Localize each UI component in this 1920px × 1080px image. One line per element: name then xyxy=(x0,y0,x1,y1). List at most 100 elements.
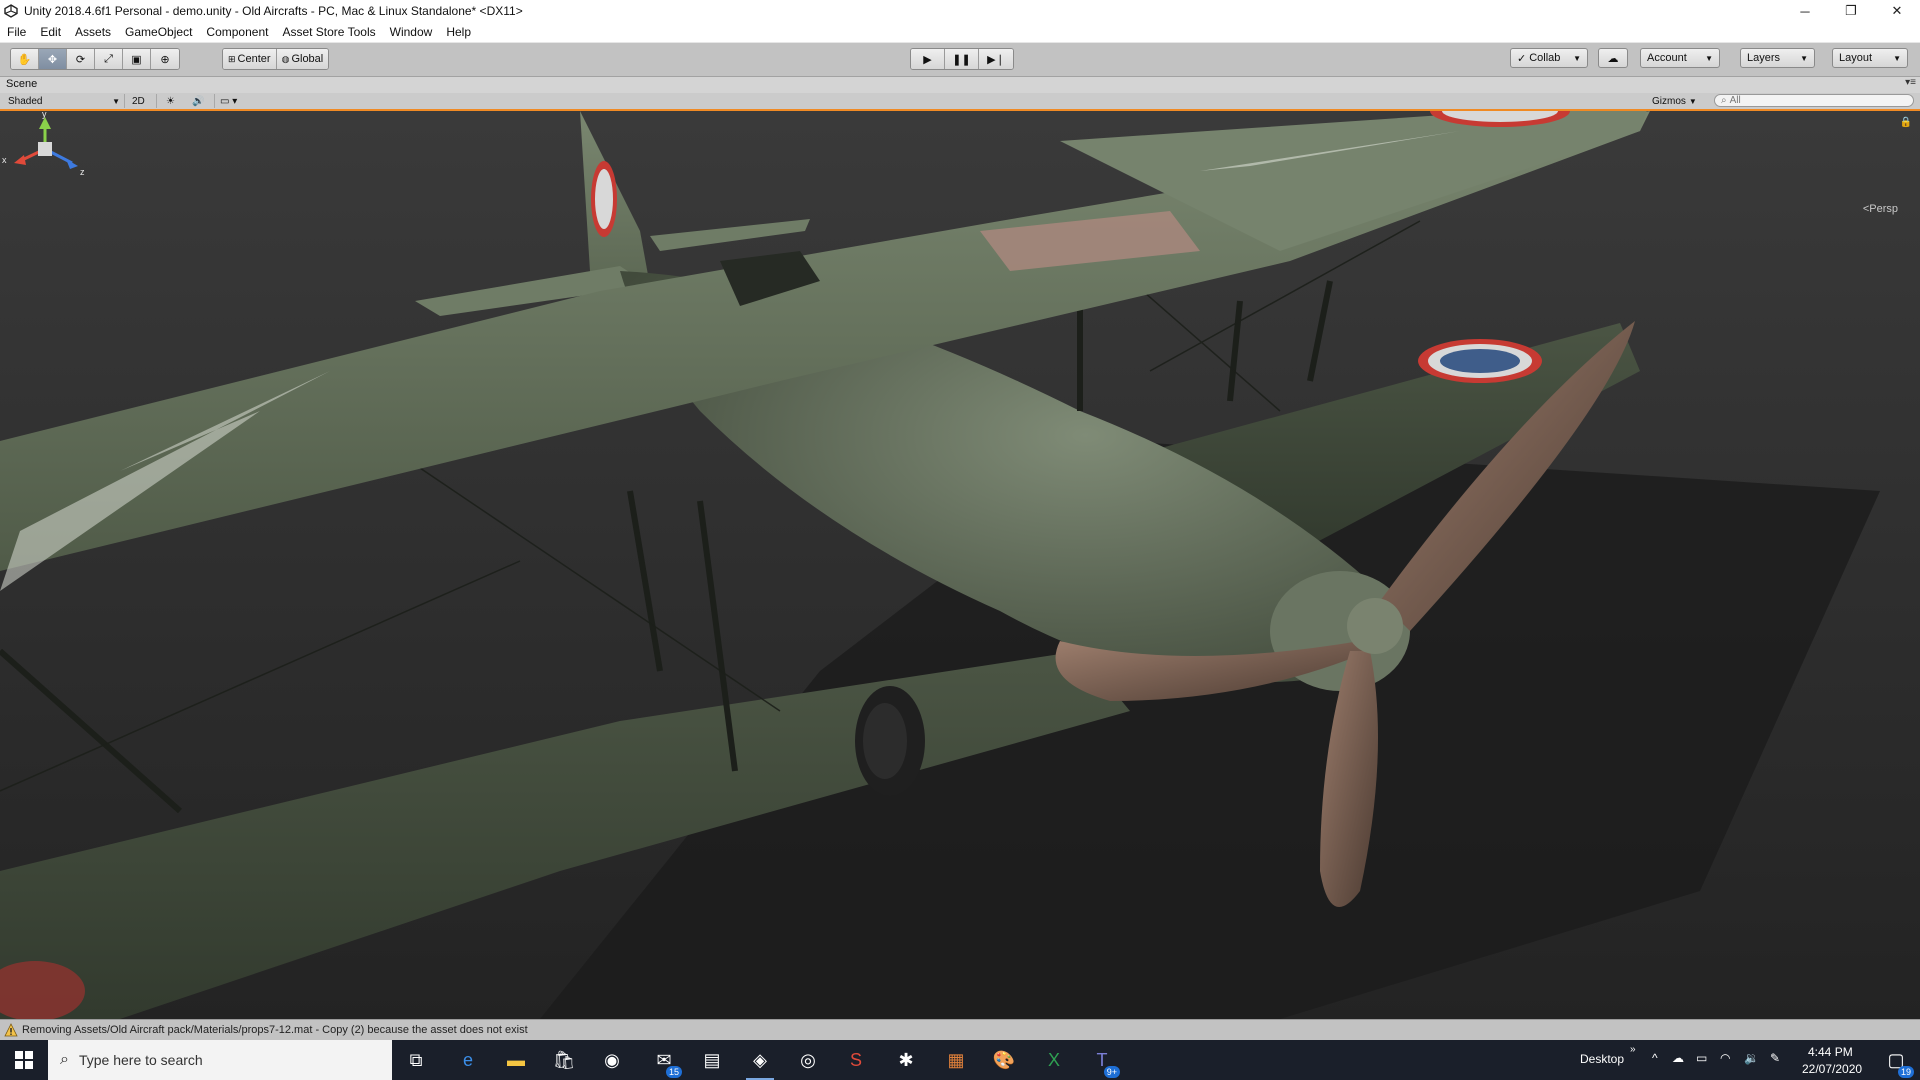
excel-icon[interactable]: X xyxy=(1038,1044,1070,1076)
layers-dropdown[interactable]: Layers ▼ xyxy=(1740,48,1815,68)
substance-app-icon[interactable]: S xyxy=(840,1044,872,1076)
menu-window[interactable]: Window xyxy=(383,25,440,39)
lighting-toggle-icon[interactable]: ☀ xyxy=(166,94,175,108)
search-icon: ⌕ xyxy=(1721,95,1727,106)
chevron-down-icon: ▼ xyxy=(1893,53,1901,63)
edge-browser-icon[interactable]: e xyxy=(452,1044,484,1076)
desktop-toolbar-label[interactable]: Desktop xyxy=(1580,1052,1624,1066)
menu-help[interactable]: Help xyxy=(439,25,478,39)
media-app-icon[interactable]: ◎ xyxy=(792,1044,824,1076)
check-icon: ✓ xyxy=(1517,52,1527,65)
status-message: Removing Assets/Old Aircraft pack/Materi… xyxy=(22,1024,528,1036)
play-button[interactable]: ▶ xyxy=(911,49,945,69)
menu-asset-store-tools[interactable]: Asset Store Tools xyxy=(275,25,382,39)
pivot-center-button[interactable]: ⊞ Center xyxy=(223,49,277,69)
windows-logo-icon xyxy=(15,1051,33,1069)
menu-edit[interactable]: Edit xyxy=(33,25,68,39)
shading-mode-label: Shaded xyxy=(8,95,43,107)
hand-tool-button[interactable]: ✋ xyxy=(11,49,39,69)
teams-icon[interactable]: T 9+ xyxy=(1086,1044,1120,1078)
chevron-down-icon: ▼ xyxy=(112,96,120,106)
rect-icon: ▣ xyxy=(131,53,142,66)
store-icon[interactable]: 🛍 xyxy=(548,1044,580,1076)
pen-icon[interactable]: ✎ xyxy=(1770,1051,1780,1065)
maximize-button[interactable]: ❐ xyxy=(1828,0,1874,22)
rotate-icon: ⟳ xyxy=(75,53,86,66)
chrome-icon[interactable]: ◉ xyxy=(596,1044,628,1076)
scene-viewport[interactable]: y x z 🔒 <Persp xyxy=(0,111,1920,1019)
pivot-global-label: Global xyxy=(291,53,324,65)
move-tool-button[interactable]: ✥ xyxy=(39,49,67,69)
taskbar-search-input[interactable]: ⌕ Type here to search xyxy=(48,1040,392,1080)
chevron-down-icon: ▼ xyxy=(1573,53,1581,63)
audio-toggle-icon[interactable]: 🔊 xyxy=(192,94,204,108)
divider xyxy=(156,94,157,108)
menu-file[interactable]: File xyxy=(0,25,33,39)
paint-app-icon[interactable]: 🎨 xyxy=(988,1044,1020,1076)
slack-icon[interactable]: ✱ xyxy=(890,1044,922,1076)
onedrive-icon[interactable]: ☁ xyxy=(1672,1051,1684,1065)
projection-label: Persp xyxy=(1869,203,1898,215)
window-title: Unity 2018.4.6f1 Personal - demo.unity -… xyxy=(24,4,523,18)
step-button[interactable]: ▶❘ xyxy=(979,49,1013,69)
effects-dropdown-icon[interactable]: ▭ ▾ xyxy=(220,94,237,108)
scene-tab-bar: Scene ▾≡ xyxy=(0,77,1920,94)
tab-menu-icon[interactable]: ▾≡ xyxy=(1905,77,1916,88)
pivot-global-button[interactable]: ◍ Global xyxy=(276,49,329,69)
lock-icon[interactable]: 🔒 xyxy=(1900,117,1912,128)
start-button[interactable] xyxy=(0,1040,48,1080)
projection-toggle[interactable]: <Persp xyxy=(1863,203,1898,215)
toolbar-overflow-icon[interactable]: » xyxy=(1630,1044,1636,1055)
layout-dropdown[interactable]: Layout ▼ xyxy=(1832,48,1908,68)
tray-overflow-icon[interactable]: ^ xyxy=(1652,1051,1658,1065)
2d-toggle[interactable]: 2D xyxy=(132,94,145,108)
account-label: Account xyxy=(1647,52,1687,64)
unity-app-icon[interactable]: ◈ xyxy=(744,1044,776,1080)
gizmos-label: Gizmos xyxy=(1652,95,1686,107)
account-dropdown[interactable]: Account ▼ xyxy=(1640,48,1720,68)
minimize-button[interactable]: ─ xyxy=(1782,0,1828,22)
chevron-down-icon: ▼ xyxy=(1688,96,1697,106)
archive-app-icon[interactable]: ▦ xyxy=(940,1044,972,1076)
file-explorer-icon[interactable]: ▬ xyxy=(500,1044,532,1076)
scene-render xyxy=(0,111,1920,1019)
rotate-tool-button[interactable]: ⟳ xyxy=(67,49,95,69)
taskbar-search-placeholder: Type here to search xyxy=(78,1052,203,1068)
scene-tab[interactable]: Scene xyxy=(6,78,37,90)
clock-date[interactable]: 22/07/2020 xyxy=(1802,1062,1862,1076)
shading-mode-dropdown[interactable]: Shaded ▼ xyxy=(8,94,120,108)
scene-search-input[interactable]: ⌕ All xyxy=(1714,94,1914,107)
gizmos-dropdown[interactable]: Gizmos ▼ xyxy=(1652,94,1697,108)
divider xyxy=(214,94,215,108)
close-button[interactable]: ✕ xyxy=(1874,0,1920,22)
collab-dropdown[interactable]: ✓ Collab ▼ xyxy=(1510,48,1588,68)
cloud-button[interactable]: ☁ xyxy=(1598,48,1628,68)
search-icon: ⌕ xyxy=(60,1051,69,1068)
mail-icon[interactable]: ✉ 15 xyxy=(648,1044,682,1078)
menu-assets[interactable]: Assets xyxy=(68,25,118,39)
pivot-icon: ⊞ xyxy=(228,53,236,64)
status-bar[interactable]: Removing Assets/Old Aircraft pack/Materi… xyxy=(0,1019,1920,1040)
battery-icon[interactable]: ▭ xyxy=(1696,1051,1707,1065)
orientation-gizmo-icon[interactable]: y x z xyxy=(0,111,90,221)
gizmo-axis-x: x xyxy=(2,155,7,165)
remote-desktop-icon[interactable]: ▤ xyxy=(696,1044,728,1076)
notifications-icon[interactable]: ▢ 19 xyxy=(1880,1044,1914,1078)
pause-button[interactable]: ❚❚ xyxy=(945,49,979,69)
clock-time[interactable]: 4:44 PM xyxy=(1808,1045,1853,1059)
warning-icon xyxy=(4,1023,18,1037)
task-view-icon[interactable]: ⧉ xyxy=(400,1044,432,1076)
teams-badge: 9+ xyxy=(1103,1066,1120,1078)
rect-tool-button[interactable]: ▣ xyxy=(123,49,151,69)
scene-search-placeholder: All xyxy=(1729,95,1741,106)
volume-icon[interactable]: 🔉 xyxy=(1744,1051,1759,1065)
transform-tool-button[interactable]: ⊕ xyxy=(151,49,179,69)
menu-component[interactable]: Component xyxy=(199,25,275,39)
pivot-center-label: Center xyxy=(237,53,271,65)
menu-bar: File Edit Assets GameObject Component As… xyxy=(0,22,1920,43)
move-arrows-icon: ✥ xyxy=(47,53,58,66)
scale-tool-button[interactable]: ⤢ xyxy=(95,49,123,69)
wifi-icon[interactable]: ◠ xyxy=(1720,1051,1730,1065)
menu-gameobject[interactable]: GameObject xyxy=(118,25,199,39)
play-icon: ▶ xyxy=(923,53,932,66)
